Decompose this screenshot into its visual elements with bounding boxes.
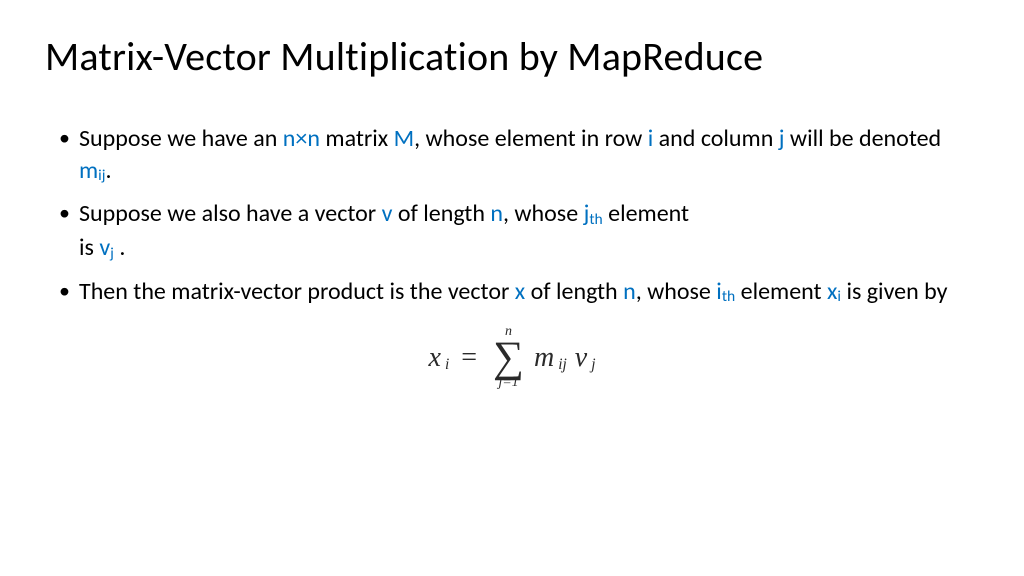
formula-container: xi = n ∑ j=1 mijvj bbox=[45, 325, 979, 390]
term-v: v bbox=[382, 199, 393, 228]
text: Suppose we also have a vector bbox=[79, 199, 382, 228]
text: element bbox=[735, 277, 827, 306]
term-th-sub: th bbox=[722, 287, 735, 306]
formula: xi = n ∑ j=1 mijvj bbox=[429, 325, 596, 390]
term-n: n bbox=[623, 277, 636, 306]
bullet-2: Suppose we also have a vector v of lengt… bbox=[65, 198, 979, 263]
formula-equals: = bbox=[461, 342, 477, 374]
text: is bbox=[79, 233, 99, 262]
text: of length bbox=[525, 277, 623, 306]
formula-x: x bbox=[429, 342, 441, 374]
summation-icon: n ∑ j=1 bbox=[493, 325, 524, 390]
term-j-sub: j bbox=[110, 244, 114, 263]
text: Then the matrix-vector product is the ve… bbox=[79, 277, 515, 306]
text: element bbox=[603, 199, 689, 228]
term-i-sub: i bbox=[837, 287, 841, 306]
term-i: i bbox=[716, 277, 722, 306]
sum-lower: j=1 bbox=[498, 376, 518, 390]
bullet-2-line2: is vj . bbox=[79, 232, 979, 264]
term-m: m bbox=[79, 156, 98, 185]
bullet-3: Then the matrix-vector product is the ve… bbox=[65, 276, 979, 308]
slide: Matrix-Vector Multiplication by MapReduc… bbox=[0, 0, 1024, 576]
text: . bbox=[114, 233, 125, 262]
term-M: M bbox=[394, 124, 415, 153]
formula-i-sub: i bbox=[445, 356, 449, 374]
slide-title: Matrix-Vector Multiplication by MapReduc… bbox=[45, 32, 979, 81]
term-ij-sub: ij bbox=[98, 166, 105, 185]
slide-body: Suppose we have an n×n matrix M, whose e… bbox=[45, 123, 979, 307]
text: Suppose we have an bbox=[79, 124, 283, 153]
formula-ij-sub: ij bbox=[558, 356, 567, 374]
formula-m: m bbox=[534, 342, 554, 374]
text: is given by bbox=[841, 277, 948, 306]
text: and column bbox=[653, 124, 779, 153]
term-x: x bbox=[827, 277, 837, 306]
formula-v: v bbox=[575, 342, 587, 374]
term-x: x bbox=[515, 277, 525, 306]
formula-j-sub: j bbox=[591, 356, 595, 374]
term-v: v bbox=[99, 233, 110, 262]
term-n: n bbox=[490, 199, 503, 228]
text: will be denoted bbox=[785, 124, 942, 153]
text: of length bbox=[392, 199, 490, 228]
text: matrix bbox=[320, 124, 394, 153]
term-th-sub: th bbox=[589, 210, 602, 229]
text: , whose bbox=[503, 199, 584, 228]
bullet-1: Suppose we have an n×n matrix M, whose e… bbox=[65, 123, 979, 186]
sigma-symbol: ∑ bbox=[493, 339, 524, 376]
term-nxn: n×n bbox=[283, 124, 320, 153]
text: , whose element in row bbox=[414, 124, 648, 153]
text: . bbox=[105, 156, 111, 185]
text: , whose bbox=[636, 277, 717, 306]
